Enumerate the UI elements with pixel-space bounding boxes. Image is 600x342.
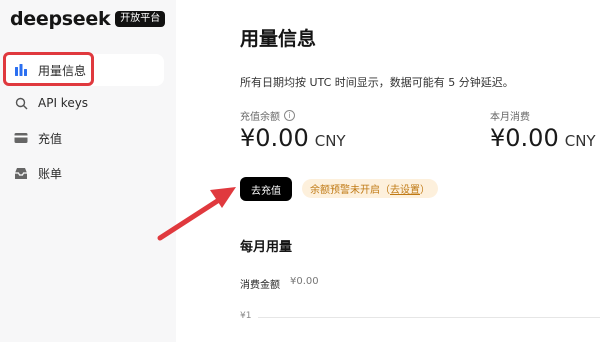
main-content: 用量信息 所有日期均按 UTC 时间显示，数据可能有 5 分钟延迟。 充值余额 … (176, 0, 600, 342)
brand-logo: deepseek (10, 8, 111, 30)
warning-paren-open: （ (380, 185, 390, 196)
inbox-icon (12, 164, 30, 182)
credit-card-icon (12, 129, 30, 147)
balance-label: 充值余额 i (240, 108, 295, 123)
search-icon (12, 94, 30, 112)
balance-label-text: 充值余额 (240, 112, 280, 123)
sidebar-item-label: API keys (38, 96, 89, 110)
page-title: 用量信息 (240, 28, 317, 50)
balance-value: ¥0.00 CNY (240, 124, 346, 152)
warning-paren-close: ） (420, 185, 430, 196)
info-icon[interactable]: i (284, 110, 295, 121)
sidebar-item-billing[interactable]: 账单 (4, 157, 164, 189)
spend-value: ¥0.00 (290, 276, 319, 287)
warning-text: 余额预警未开启 (310, 185, 380, 196)
recharge-button[interactable]: 去充值 (240, 177, 292, 201)
platform-badge: 开放平台 (115, 11, 166, 27)
chart-gridline (258, 317, 600, 318)
monthly-spend-value: ¥0.00 CNY (490, 124, 596, 152)
spend-label: 消费金额 (240, 280, 280, 291)
monthly-currency: CNY (564, 132, 596, 150)
balance-warning-badge: 余额预警未开启 （ 去设置 ） (302, 179, 438, 198)
utc-notice: 所有日期均按 UTC 时间显示，数据可能有 5 分钟延迟。 (240, 76, 514, 89)
balance-currency: CNY (314, 132, 346, 150)
chart-axis-label: ¥1 (240, 311, 252, 321)
highlight-box (3, 52, 94, 86)
monthly-spend-label: 本月消费 (490, 112, 530, 123)
sidebar-item-label: 账单 (38, 166, 63, 181)
warning-settings-link[interactable]: 去设置 (390, 181, 420, 196)
sidebar-item-api-keys[interactable]: API keys (4, 87, 164, 119)
monthly-amount: ¥0.00 (490, 124, 559, 152)
brand[interactable]: deepseek 开放平台 (10, 8, 166, 30)
balance-amount: ¥0.00 (240, 124, 309, 152)
sidebar-item-recharge[interactable]: 充值 (4, 122, 164, 154)
sidebar: deepseek 开放平台 用量信息 API keys 充值 账单 (0, 0, 176, 342)
monthly-usage-title: 每月用量 (240, 240, 293, 255)
spend-row: 消费金额 ¥0.00 (240, 276, 319, 291)
sidebar-item-label: 充值 (38, 131, 63, 146)
